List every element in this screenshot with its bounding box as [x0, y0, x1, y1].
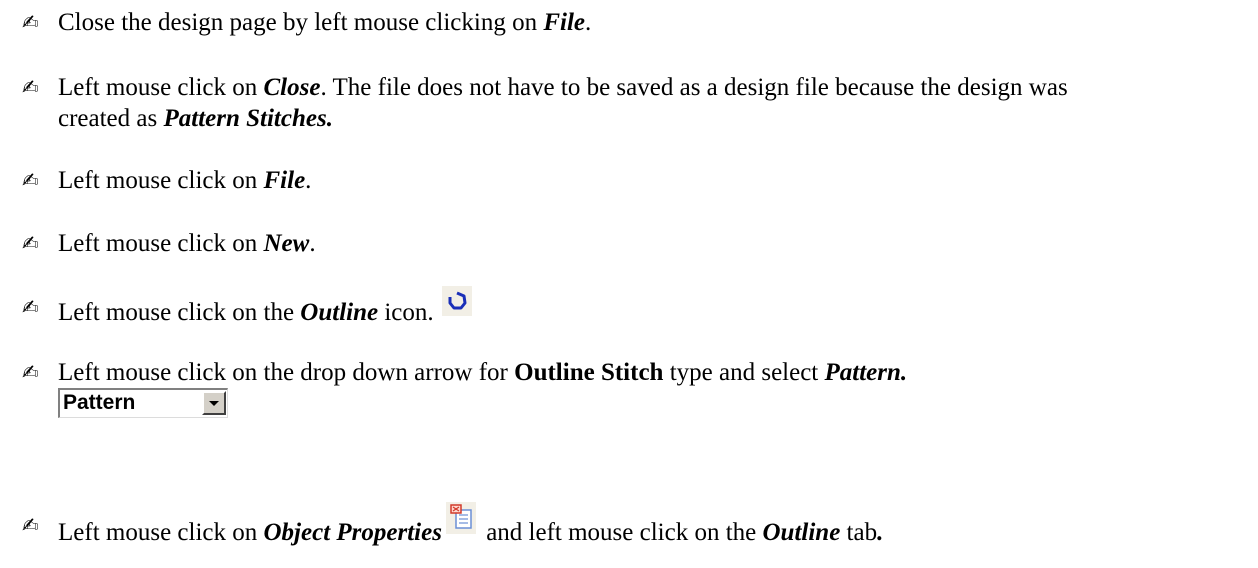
- step-text: Left mouse click on: [58, 519, 264, 546]
- step-text: Left mouse click on the drop down arrow …: [58, 359, 515, 386]
- pattern-ref: Pattern.: [824, 359, 908, 386]
- step-middle: and left mouse click on the: [479, 519, 763, 546]
- pen-bullet-icon: ✍: [22, 513, 39, 537]
- step-suffix: .: [305, 167, 312, 194]
- step-suffix: . The file does not have to be saved as …: [320, 74, 1068, 101]
- step-suffix-period: .: [877, 519, 884, 546]
- pen-bullet-icon: ✍: [22, 168, 39, 192]
- step-text: Left mouse click on the: [58, 299, 301, 326]
- object-properties-icon[interactable]: [445, 502, 476, 534]
- step-text: Left mouse click on: [58, 167, 264, 194]
- step-suffix: .: [585, 9, 592, 36]
- outline-stitch-ref: Outline Stitch: [514, 359, 664, 386]
- step-suffix: icon.: [378, 299, 434, 326]
- step-text: Left mouse click on: [58, 74, 264, 101]
- step-6: ✍ Left mouse click on the drop down arro…: [0, 357, 1240, 425]
- step-text-line2: created as: [58, 105, 164, 132]
- file-menu-ref: File: [263, 167, 306, 194]
- outline-tab-ref: Outline: [762, 519, 841, 546]
- pen-bullet-icon: ✍: [22, 231, 39, 255]
- step-text: Left mouse click on: [58, 230, 264, 257]
- pen-bullet-icon: ✍: [22, 295, 39, 319]
- step-text: Close the design page by left mouse clic…: [58, 9, 544, 36]
- outline-tool-icon[interactable]: [441, 286, 472, 316]
- pen-bullet-icon: ✍: [22, 75, 39, 99]
- new-menu-ref: New: [263, 230, 310, 257]
- step-suffix: tab: [840, 519, 878, 546]
- pattern-stitches-ref: Pattern Stitches.: [163, 105, 333, 132]
- stitch-type-dropdown[interactable]: Pattern: [58, 388, 228, 418]
- object-properties-ref: Object Properties: [263, 519, 442, 546]
- dropdown-value: Pattern: [63, 391, 136, 414]
- file-menu-ref: File: [543, 9, 585, 36]
- step-middle: type and select: [663, 359, 825, 386]
- pen-bullet-icon: ✍: [22, 360, 39, 384]
- step-suffix: .: [309, 230, 316, 257]
- step-2: ✍ Left mouse click on Close. The file do…: [0, 72, 1240, 134]
- pen-bullet-icon: ✍: [22, 10, 39, 34]
- close-menu-ref: Close: [263, 74, 321, 101]
- chevron-down-icon[interactable]: [202, 391, 226, 415]
- outline-ref: Outline: [300, 299, 379, 326]
